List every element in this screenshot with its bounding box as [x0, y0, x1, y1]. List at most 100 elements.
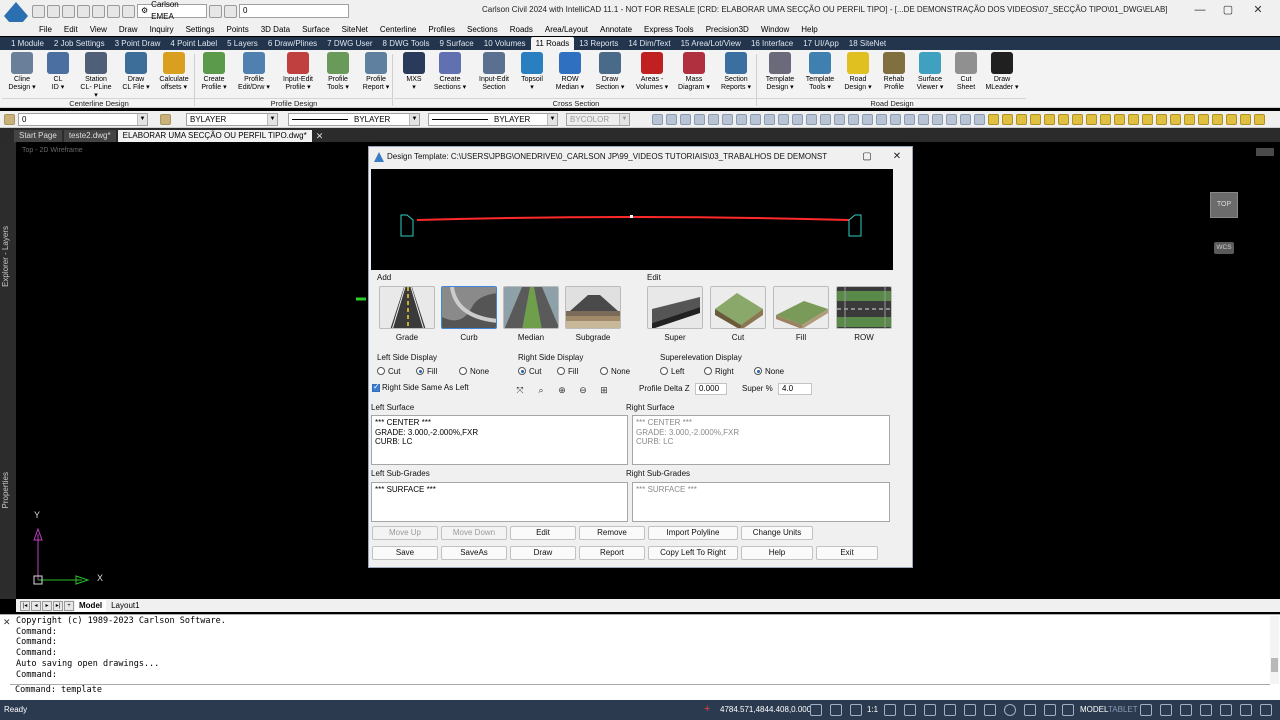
draw-button[interactable]: Draw [510, 546, 576, 560]
isolate-icon[interactable] [1240, 704, 1252, 716]
toolbar-tool-icon[interactable] [708, 114, 719, 125]
left-cut-radio[interactable] [377, 367, 385, 375]
zoom-out-icon[interactable]: ⊖ [576, 383, 590, 397]
menu-precision3d[interactable]: Precision3D [700, 25, 755, 34]
zoom-in-icon[interactable]: ⊕ [555, 383, 569, 397]
menu-file[interactable]: File [33, 25, 58, 34]
polar-icon[interactable] [924, 704, 936, 716]
super-none-radio[interactable] [754, 367, 762, 375]
zoom-extents-icon[interactable]: ⊞ [597, 383, 611, 397]
menu-roads[interactable]: Roads [504, 25, 539, 34]
doc-tab-teste2[interactable]: teste2.dwg* [63, 130, 116, 142]
left-none-radio[interactable] [459, 367, 467, 375]
layer-bulb-icon[interactable] [4, 114, 15, 125]
explorer-layers-tab[interactable]: Explorer - Layers [1, 226, 10, 287]
ribbon-tab-9-surface[interactable]: 9 Surface [435, 37, 479, 50]
layer-combo[interactable]: 0 [239, 4, 349, 18]
menu-profiles[interactable]: Profiles [422, 25, 461, 34]
toolbar-tool-icon[interactable] [834, 114, 845, 125]
customize-icon[interactable] [1260, 704, 1272, 716]
menu-points[interactable]: Points [220, 25, 254, 34]
toolbar-tool-icon[interactable] [1212, 114, 1223, 125]
lineweight-combo[interactable]: BYLAYER ▼ [428, 113, 558, 126]
save-as-icon[interactable] [77, 4, 90, 18]
copy-left-to-right-button[interactable]: Copy Left To Right [648, 546, 738, 560]
ribbon-tab-7-dwg-user[interactable]: 7 DWG User [322, 37, 377, 50]
menu-settings[interactable]: Settings [180, 25, 221, 34]
ribbon-tab-10-volumes[interactable]: 10 Volumes [479, 37, 531, 50]
doc-tab-active[interactable]: ELABORAR UMA SECÇÃO OU PERFIL TIPO.dwg* [117, 130, 312, 142]
report-button[interactable]: Report [579, 546, 645, 560]
toolbar-tool-icon[interactable] [1100, 114, 1111, 125]
toolbar-tool-icon[interactable] [722, 114, 733, 125]
menu-express-tools[interactable]: Express Tools [638, 25, 700, 34]
hardware-icon[interactable] [1220, 704, 1232, 716]
tablet-toggle[interactable]: TABLET [1108, 705, 1138, 714]
ribbon-tab-2-job-settings[interactable]: 2 Job Settings [49, 37, 110, 50]
model-space-toggle[interactable]: MODEL [1080, 705, 1108, 714]
ribbon-tab-13-reports[interactable]: 13 Reports [574, 37, 623, 50]
layer-tools-icon[interactable] [160, 114, 171, 125]
sun-icon[interactable] [224, 4, 237, 18]
ribbon-button-draw-mleader[interactable]: Draw MLeader ▾ [984, 52, 1020, 98]
ribbon-tab-18-sitenet[interactable]: 18 SiteNet [844, 37, 891, 50]
left-surface-list[interactable]: *** CENTER *** GRADE: 3.000,-2.000%,FXR … [371, 415, 628, 465]
right-same-as-left-checkbox[interactable] [372, 382, 380, 392]
right-none-radio[interactable] [600, 367, 608, 375]
ribbon-button-input-edit-profile[interactable]: Input-Edit Profile ▾ [280, 52, 316, 98]
ribbon-button-profile-edit-drw[interactable]: Profile Edit/Drw ▾ [236, 52, 272, 98]
toolbar-tool-icon[interactable] [1086, 114, 1097, 125]
super-pct-input[interactable]: 4.0 [778, 383, 812, 395]
esnap-icon[interactable] [944, 704, 956, 716]
toolbar-tool-icon[interactable] [1156, 114, 1167, 125]
add-grade-button[interactable] [379, 286, 435, 329]
toolbar-tool-icon[interactable] [820, 114, 831, 125]
ribbon-button-mass-diagram[interactable]: Mass Diagram ▾ [676, 52, 712, 98]
ribbon-button-section-reports[interactable]: Section Reports ▾ [718, 52, 754, 98]
toolbar-tool-icon[interactable] [1184, 114, 1195, 125]
right-fill-radio[interactable] [557, 367, 565, 375]
toolbar-tool-icon[interactable] [1254, 114, 1265, 125]
ribbon-button-station-cl-pline[interactable]: Station CL- PLine ▾ [78, 52, 114, 99]
profile-delta-z-input[interactable]: 0.000 [695, 383, 727, 395]
save-button[interactable]: Save [372, 546, 438, 560]
annotation-scale[interactable]: 1:1 [867, 705, 878, 714]
toolbar-tool-icon[interactable] [1072, 114, 1083, 125]
annotation-icon[interactable] [1180, 704, 1192, 716]
redo-icon[interactable] [122, 4, 135, 18]
menu-icon[interactable] [1062, 704, 1074, 716]
ribbon-tab-4-point-label[interactable]: 4 Point Label [165, 37, 222, 50]
menu-centerline[interactable]: Centerline [374, 25, 422, 34]
minimize-button[interactable]: — [1186, 2, 1214, 18]
command-scroll-thumb[interactable] [1271, 658, 1278, 672]
change-units-button[interactable]: Change Units [741, 526, 813, 540]
ribbon-tab-3-point-draw[interactable]: 3 Point Draw [110, 37, 166, 50]
edit-super-button[interactable] [647, 286, 703, 329]
toolbar-tool-icon[interactable] [918, 114, 929, 125]
toolbar-tool-icon[interactable] [960, 114, 971, 125]
ribbon-button-create-profile[interactable]: Create Profile ▾ [196, 52, 232, 98]
toolbar-tool-icon[interactable] [988, 114, 999, 125]
last-layout-icon[interactable]: ▸| [53, 600, 63, 611]
toolbar-tool-icon[interactable] [946, 114, 957, 125]
viewport-controls[interactable] [1256, 148, 1274, 156]
toolbar-tool-icon[interactable] [806, 114, 817, 125]
grid-icon[interactable] [830, 704, 842, 716]
edit-cut-button[interactable] [710, 286, 766, 329]
menu-view[interactable]: View [84, 25, 113, 34]
close-icon[interactable]: ✕ [3, 617, 11, 628]
menu-sitenet[interactable]: SiteNet [336, 25, 374, 34]
selection-cycling-icon[interactable] [1044, 704, 1056, 716]
ribbon-button-cl-id[interactable]: CL ID ▾ [40, 52, 76, 98]
doc-tab-start-page[interactable]: Start Page [14, 130, 62, 142]
layer-combo[interactable]: 0 ▼ [18, 113, 148, 126]
toolbar-tool-icon[interactable] [904, 114, 915, 125]
new-icon[interactable] [32, 4, 45, 18]
pan-icon[interactable]: ⤧ [513, 383, 527, 397]
prev-layout-icon[interactable]: ◂ [31, 600, 41, 611]
ribbon-button-profile-report[interactable]: Profile Report ▾ [358, 52, 394, 98]
save-icon[interactable] [62, 4, 75, 18]
color-combo[interactable]: BYLAYER ▼ [186, 113, 278, 126]
lock-icon[interactable] [1200, 704, 1212, 716]
layout-tab-layout1[interactable]: Layout1 [107, 600, 143, 612]
